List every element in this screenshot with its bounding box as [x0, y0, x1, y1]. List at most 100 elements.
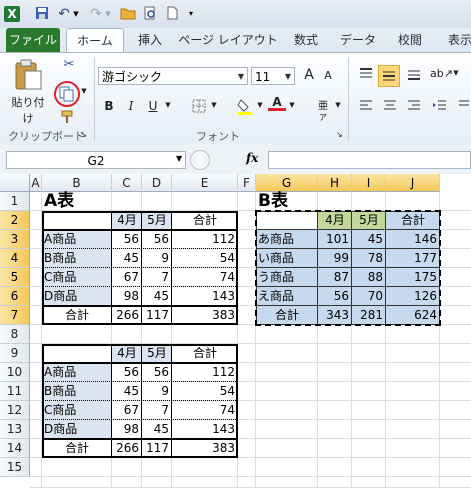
table-a-row-name[interactable]: D商品: [42, 287, 112, 306]
formula-input[interactable]: [268, 151, 471, 169]
align-bottom-icon[interactable]: [404, 67, 424, 85]
borders-dropdown-icon[interactable]: ▼: [210, 101, 218, 109]
table-a-row-name[interactable]: C商品: [42, 268, 112, 287]
row-header-9[interactable]: 9: [0, 344, 30, 363]
table-a-cell[interactable]: 112: [172, 230, 238, 249]
row-header-7[interactable]: 7: [0, 306, 30, 325]
row-header-10[interactable]: 10: [0, 363, 30, 382]
table-b-cell[interactable]: 99: [318, 249, 352, 268]
column-header-c[interactable]: C: [112, 174, 142, 192]
table-b-cell[interactable]: 101: [318, 230, 352, 249]
table-b-total[interactable]: 281: [352, 306, 386, 325]
phonetic-dropdown-icon[interactable]: ▼: [334, 101, 342, 109]
italic-button[interactable]: I: [122, 99, 140, 113]
table-b-total[interactable]: 343: [318, 306, 352, 325]
column-header-e[interactable]: E: [172, 174, 238, 192]
table-a-cell[interactable]: 67: [112, 268, 142, 287]
table-a-cell[interactable]: 74: [172, 268, 238, 287]
clipboard-launcher-icon[interactable]: ↘: [80, 130, 87, 139]
table-b-cell[interactable]: 78: [352, 249, 386, 268]
table-b-header-apr[interactable]: 4月: [318, 211, 352, 230]
table-b-cell[interactable]: 45: [352, 230, 386, 249]
font-color-icon[interactable]: A: [268, 95, 286, 117]
table-b-corner[interactable]: [256, 211, 318, 230]
borders-icon[interactable]: [190, 99, 208, 115]
table-c-row-name[interactable]: B商品: [42, 382, 112, 401]
open-folder-icon[interactable]: [120, 6, 136, 22]
table-c-cell[interactable]: 143: [172, 420, 238, 439]
row-header-11[interactable]: 11: [0, 382, 30, 401]
table-c-cell[interactable]: 67: [112, 401, 142, 420]
row-header-15[interactable]: 15: [0, 458, 30, 477]
fill-color-icon[interactable]: [236, 97, 254, 117]
align-top-icon[interactable]: [356, 67, 376, 85]
table-c-cell[interactable]: 112: [172, 363, 238, 382]
table-a-header-apr[interactable]: 4月: [112, 211, 142, 230]
redo-icon[interactable]: ↷: [88, 6, 104, 22]
table-c-cell[interactable]: 98: [112, 420, 142, 439]
column-header-b[interactable]: B: [42, 174, 112, 192]
table-b-cell[interactable]: 87: [318, 268, 352, 287]
tab-file[interactable]: ファイル: [6, 28, 60, 52]
align-center-icon[interactable]: [380, 99, 400, 116]
name-box-dropdown-icon[interactable]: ▼: [176, 154, 182, 163]
row-header-5[interactable]: 5: [0, 268, 30, 287]
save-icon[interactable]: [34, 6, 50, 22]
column-header-j[interactable]: J: [386, 174, 440, 192]
grow-font-button[interactable]: A: [300, 67, 318, 83]
table-a-total[interactable]: 266: [112, 306, 142, 325]
table-a-cell[interactable]: 98: [112, 287, 142, 306]
table-b-title[interactable]: B表: [256, 192, 318, 211]
table-a-cell[interactable]: 143: [172, 287, 238, 306]
table-b-cell[interactable]: 126: [386, 287, 440, 306]
table-b-cell[interactable]: 70: [352, 287, 386, 306]
table-b-cell[interactable]: 88: [352, 268, 386, 287]
font-launcher-icon[interactable]: ↘: [336, 130, 343, 139]
column-header-g[interactable]: G: [256, 174, 318, 192]
table-b-cell[interactable]: 175: [386, 268, 440, 287]
row-header-13[interactable]: 13: [0, 420, 30, 439]
select-all-corner[interactable]: [0, 174, 30, 192]
copy-icon[interactable]: [54, 81, 80, 107]
table-b-header-may[interactable]: 5月: [352, 211, 386, 230]
table-a-cell[interactable]: 45: [112, 249, 142, 268]
row-header-4[interactable]: 4: [0, 249, 30, 268]
cut-icon[interactable]: ✂: [60, 57, 78, 75]
orientation-icon[interactable]: ab↗: [430, 67, 453, 80]
table-c-cell[interactable]: 56: [142, 363, 172, 382]
table-a-total[interactable]: 117: [142, 306, 172, 325]
tab-review[interactable]: 校閲: [388, 28, 432, 52]
phonetic-icon[interactable]: 亜ア: [314, 97, 332, 123]
table-a-cell[interactable]: 45: [142, 287, 172, 306]
font-size-combo[interactable]: 11 ▼: [251, 67, 295, 85]
copy-dropdown-icon[interactable]: ▼: [80, 87, 88, 95]
table-a-cell[interactable]: 56: [142, 230, 172, 249]
paste-button[interactable]: 貼り付け: [8, 59, 48, 125]
table-b-header-total[interactable]: 合計: [386, 211, 440, 230]
table-b-total[interactable]: 624: [386, 306, 440, 325]
tab-view[interactable]: 表示: [440, 28, 471, 52]
table-c-row-name[interactable]: C商品: [42, 401, 112, 420]
table-b-row-name[interactable]: あ商品: [256, 230, 318, 249]
table-c-header-apr[interactable]: 4月: [112, 344, 142, 363]
table-c-header-may[interactable]: 5月: [142, 344, 172, 363]
table-c-total[interactable]: 383: [172, 439, 238, 458]
table-a-cell[interactable]: 9: [142, 249, 172, 268]
table-b-row-name[interactable]: う商品: [256, 268, 318, 287]
fill-color-dropdown-icon[interactable]: ▼: [256, 101, 264, 109]
format-painter-icon[interactable]: [58, 109, 76, 125]
row-header-14[interactable]: 14: [0, 439, 30, 458]
table-a-cell[interactable]: 56: [112, 230, 142, 249]
table-c-header-total[interactable]: 合計: [172, 344, 238, 363]
outdent-icon[interactable]: [454, 99, 470, 116]
table-c-cell[interactable]: 45: [112, 382, 142, 401]
table-b-cell[interactable]: 177: [386, 249, 440, 268]
tab-formulas[interactable]: 数式: [284, 28, 328, 52]
orientation-dropdown-icon[interactable]: ▼: [452, 69, 460, 77]
table-a-total-label[interactable]: 合計: [42, 306, 112, 325]
name-box[interactable]: G2: [6, 151, 186, 169]
underline-button[interactable]: U: [144, 99, 162, 113]
table-a-title[interactable]: A表: [42, 192, 112, 211]
row-header-6[interactable]: 6: [0, 287, 30, 306]
table-a-header-total[interactable]: 合計: [172, 211, 238, 230]
